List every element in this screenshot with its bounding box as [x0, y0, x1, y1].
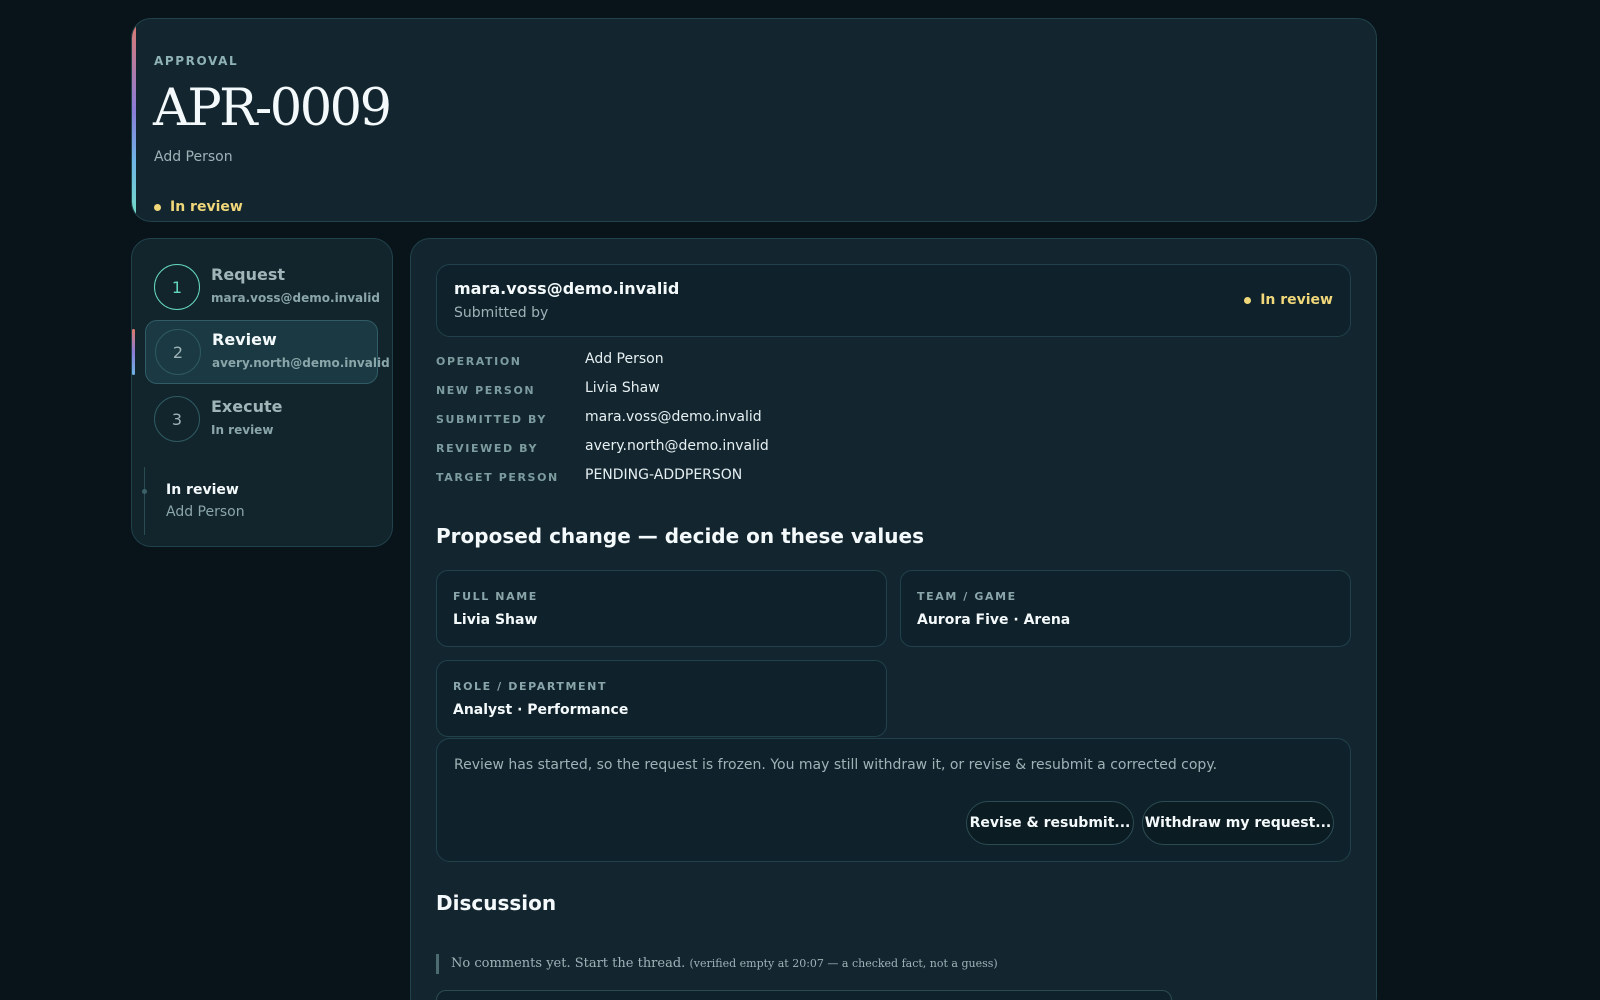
- detail-row: TARGET PERSON PENDING-ADDPERSON: [436, 467, 1336, 496]
- notice-text: Review has started, so the request is fr…: [454, 757, 1218, 773]
- revise-resubmit-button[interactable]: Revise & resubmit...: [966, 801, 1134, 845]
- detail-key: OPERATION: [436, 355, 522, 368]
- detail-row: NEW PERSON Livia Shaw: [436, 380, 1336, 409]
- detail-value: avery.north@demo.invalid: [585, 438, 769, 454]
- workflow-steps: 1 Request mara.voss@demo.invalid 2 Revie…: [131, 238, 393, 547]
- comment-input[interactable]: [436, 990, 1172, 1000]
- field-label: TEAM / GAME: [917, 590, 1017, 603]
- page-subtitle: Add Person: [154, 149, 233, 165]
- status-dot-icon: [1244, 296, 1252, 304]
- withdraw-request-button[interactable]: Withdraw my request...: [1142, 801, 1334, 845]
- field-value: Livia Shaw: [453, 612, 538, 628]
- field-card-role-department: ROLE / DEPARTMENT Analyst · Performance: [436, 660, 887, 737]
- step-review[interactable]: 2 Review avery.north@demo.invalid: [132, 320, 390, 384]
- status-dot-icon: [154, 203, 161, 211]
- detail-value: Livia Shaw: [585, 380, 660, 396]
- field-label: FULL NAME: [453, 590, 538, 603]
- timeline-event-subtitle: Add Person: [166, 504, 245, 520]
- step-request[interactable]: 1 Request mara.voss@demo.invalid: [145, 256, 380, 320]
- discussion-heading: Discussion: [436, 891, 557, 915]
- header-accent-bar: [132, 19, 136, 221]
- field-label: ROLE / DEPARTMENT: [453, 680, 608, 693]
- detail-row: SUBMITTED BY mara.voss@demo.invalid: [436, 409, 1336, 438]
- field-value: Analyst · Performance: [453, 702, 629, 718]
- submitter-email: mara.voss@demo.invalid: [454, 279, 680, 298]
- step-meta: In review: [211, 423, 274, 437]
- proposed-change-heading: Proposed change — decide on these values: [436, 524, 924, 548]
- step-execute[interactable]: 3 Execute In review: [145, 388, 378, 452]
- status-label: In review: [1260, 292, 1333, 308]
- detail-key: TARGET PERSON: [436, 471, 559, 484]
- timeline-rail: [144, 467, 145, 535]
- detail-value: Add Person: [585, 351, 664, 367]
- detail-key: REVIEWED BY: [436, 442, 539, 455]
- approval-detail-panel: mara.voss@demo.invalid Submitted by In r…: [410, 238, 1377, 1000]
- step-title: Request: [211, 265, 286, 284]
- request-details: OPERATION Add Person NEW PERSON Livia Sh…: [436, 351, 1336, 496]
- field-card-team-game: TEAM / GAME Aurora Five · Arena: [900, 570, 1351, 647]
- step-title: Execute: [211, 397, 283, 416]
- header-eyebrow: APPROVAL: [154, 54, 239, 68]
- detail-key: NEW PERSON: [436, 384, 536, 397]
- detail-value: mara.voss@demo.invalid: [585, 409, 762, 425]
- field-value: Aurora Five · Arena: [917, 612, 1071, 628]
- approval-header: APPROVAL APR-0009 Add Person In review: [131, 18, 1377, 222]
- active-step-indicator: [132, 329, 135, 375]
- timeline-event-title: In review: [166, 482, 239, 498]
- step-number: 2: [155, 329, 201, 375]
- page-title: APR-0009: [153, 79, 392, 138]
- status-badge: In review: [1244, 292, 1333, 308]
- step-meta: mara.voss@demo.invalid: [211, 291, 380, 305]
- status-badge: In review: [154, 199, 243, 215]
- field-card-full-name: FULL NAME Livia Shaw: [436, 570, 887, 647]
- discussion-empty-note: No comments yet. Start the thread. (veri…: [436, 954, 998, 974]
- step-number: 1: [154, 264, 200, 310]
- status-label: In review: [170, 199, 243, 215]
- timeline-dot-icon: [142, 489, 147, 494]
- detail-row: OPERATION Add Person: [436, 351, 1336, 380]
- frozen-notice: Review has started, so the request is fr…: [436, 738, 1351, 862]
- submitter-label: Submitted by: [454, 305, 549, 321]
- detail-value: PENDING-ADDPERSON: [585, 467, 743, 483]
- detail-row: REVIEWED BY avery.north@demo.invalid: [436, 438, 1336, 467]
- step-title: Review: [212, 330, 277, 349]
- verified-note: (verified empty at 20:07 — a checked fac…: [689, 957, 998, 970]
- step-meta: avery.north@demo.invalid: [212, 356, 390, 370]
- empty-thread-text: No comments yet. Start the thread.: [451, 956, 686, 971]
- step-number: 3: [154, 396, 200, 442]
- detail-key: SUBMITTED BY: [436, 413, 547, 426]
- submitter-card: mara.voss@demo.invalid Submitted by In r…: [436, 264, 1351, 337]
